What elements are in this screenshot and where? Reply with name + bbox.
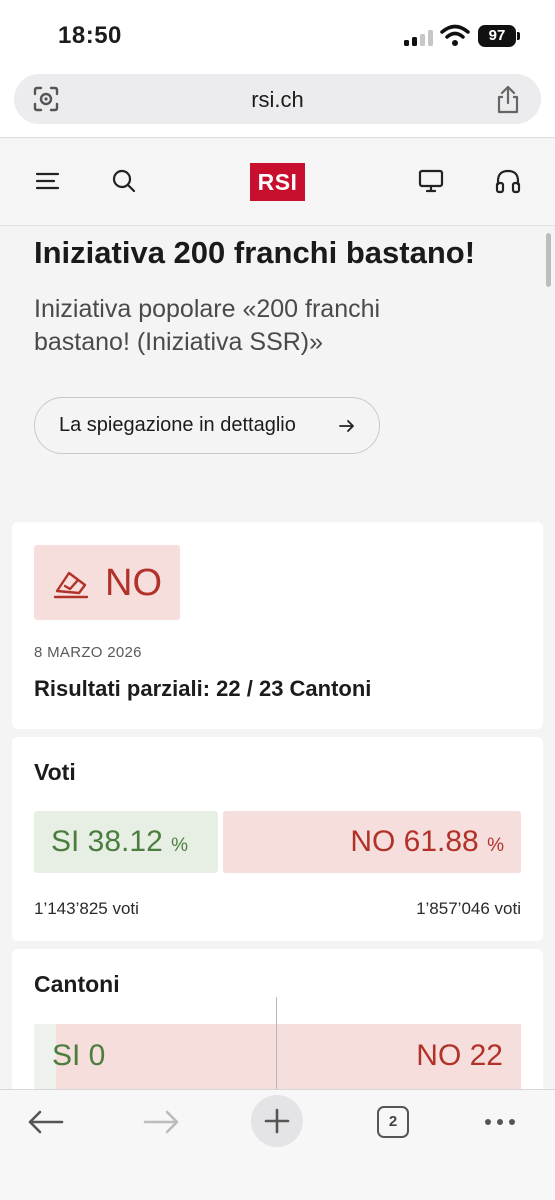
cantons-card: Cantoni SI 0 NO 22 <box>12 949 543 1089</box>
partial-results: Risultati parziali: 22 / 23 Cantoni <box>34 676 372 701</box>
votes-title: Voti <box>34 759 76 785</box>
cantons-no-label: NO 22 <box>416 1039 503 1072</box>
votes-card: Voti SI 38.12 % NO 61.88 % 1’143’825 vot… <box>12 737 543 941</box>
address-bar[interactable]: rsi.ch <box>14 74 541 124</box>
cantons-title: Cantoni <box>34 971 120 997</box>
detail-explanation-button[interactable]: La spiegazione in dettaglio <box>34 397 380 454</box>
cellular-signal-icon <box>404 30 434 46</box>
arrow-right-icon <box>339 420 354 432</box>
forward-icon[interactable] <box>135 1102 187 1142</box>
site-header: RSI <box>0 139 555 226</box>
back-icon[interactable] <box>20 1102 72 1142</box>
page-subtitle: Iniziativa popolare «200 franchi bastano… <box>34 295 381 356</box>
new-tab-button[interactable] <box>251 1095 303 1147</box>
wifi-icon <box>440 24 470 46</box>
votes-si-pct-symbol: % <box>171 835 189 856</box>
search-icon[interactable] <box>110 167 138 195</box>
detail-explanation-label: La spiegazione in dettaglio <box>59 414 296 436</box>
page-content[interactable]: Iniziativa 200 franchi bastano! Iniziati… <box>0 227 555 1089</box>
votes-no-label: NO 61.88 <box>350 825 479 858</box>
votes-no-count: 1’857’046 voti <box>416 899 521 918</box>
tv-icon[interactable] <box>417 167 445 195</box>
ballot-vote-icon <box>53 571 89 599</box>
cantons-si-label: SI 0 <box>52 1039 106 1072</box>
votes-no-pct-symbol: % <box>487 835 504 856</box>
url-text: rsi.ch <box>251 87 304 112</box>
more-options-icon[interactable] <box>474 1102 526 1142</box>
battery-indicator: 97 <box>478 25 520 47</box>
vote-date: 8 MARZO 2026 <box>34 644 142 661</box>
result-badge: NO <box>34 545 180 620</box>
menu-icon[interactable] <box>34 167 62 195</box>
result-outcome: NO <box>105 562 162 604</box>
votes-si-count: 1’143’825 voti <box>34 899 139 918</box>
votes-si-bar: SI 38.12 % <box>34 811 218 873</box>
votes-no-bar: NO 61.88 % <box>223 811 521 873</box>
status-time: 18:50 <box>58 22 122 49</box>
rsi-logo[interactable]: RSI <box>250 163 305 201</box>
result-card: NO 8 MARZO 2026 Risultati parziali: 22 /… <box>12 522 543 729</box>
status-bar: 18:50 97 <box>0 0 555 72</box>
cantons-majority-line <box>276 997 277 1089</box>
page-title: Iniziativa 200 franchi bastano! <box>34 235 476 270</box>
headphones-icon[interactable] <box>494 167 522 195</box>
share-icon[interactable] <box>495 84 521 114</box>
tabs-count-button[interactable]: 2 <box>377 1106 409 1138</box>
browser-toolbar: 2 <box>0 1089 555 1200</box>
votes-si-label: SI 38.12 <box>51 825 163 858</box>
plus-icon <box>264 1108 290 1134</box>
scrollbar[interactable] <box>546 233 551 287</box>
browser-address-area: rsi.ch <box>0 72 555 138</box>
